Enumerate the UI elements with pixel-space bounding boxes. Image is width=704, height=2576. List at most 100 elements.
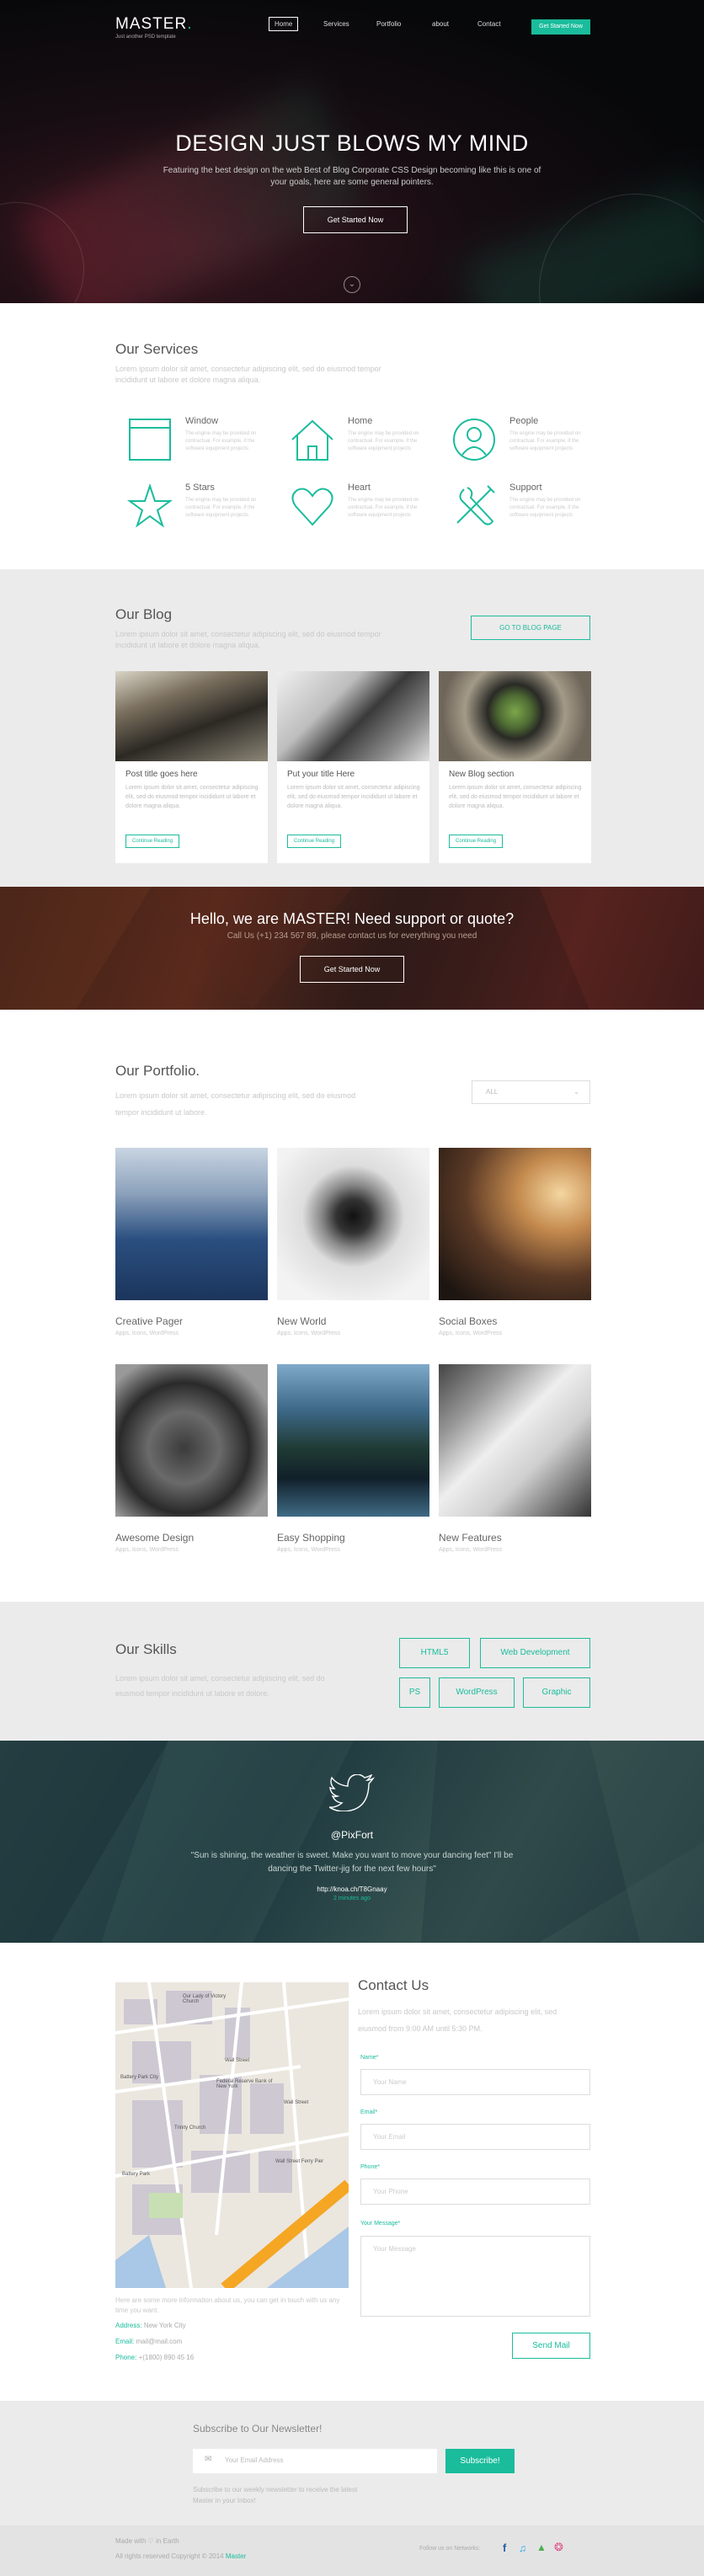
blog-image-stairs[interactable] <box>439 671 591 761</box>
portfolio-item[interactable]: Social Boxes Apps, Icons, WordPress <box>439 1148 591 1336</box>
nav-home[interactable]: Home <box>269 17 299 31</box>
tweet-link[interactable]: http://knoa.ch/T8Gnaay <box>0 1885 704 1893</box>
nav-services[interactable]: Services <box>323 20 349 28</box>
follow-us-label: Follow us on Networks: <box>419 2546 481 2552</box>
nav-portfolio[interactable]: Portfolio <box>376 20 401 28</box>
portfolio-item[interactable]: New Features Apps, Icons, WordPress <box>439 1364 591 1553</box>
portfolio-item-tags: Apps, Icons, WordPress <box>115 1547 179 1553</box>
hero-section: MASTER. Just another PSD template Home S… <box>0 0 704 303</box>
twitter-handle[interactable]: @PixFort <box>0 1829 704 1841</box>
portfolio-item-title: Awesome Design <box>115 1532 195 1544</box>
portfolio-image-camera[interactable] <box>277 1148 429 1300</box>
facebook-icon[interactable]: f <box>503 2541 506 2554</box>
contact-phone[interactable]: Phone: +(1800) 890 45 16 <box>115 2354 194 2361</box>
service-desc: The engine may be provided on contractua… <box>348 498 419 518</box>
skill-tag[interactable]: HTML5 <box>399 1638 470 1668</box>
service-desc: The engine may be provided on contractua… <box>348 431 419 451</box>
email-field[interactable]: Your Email <box>360 2124 590 2150</box>
name-field[interactable]: Your Name <box>360 2069 590 2095</box>
contact-intro: Lorem ipsum dolor sit amet, consectetur … <box>358 2008 557 2033</box>
hero-ring <box>539 194 704 303</box>
phone-label: Phone* <box>360 2164 380 2170</box>
footer-brand-link[interactable]: Master <box>226 2552 246 2560</box>
location-map[interactable]: Our Lady of Victory Church Wall Street F… <box>115 1982 349 2288</box>
dribbble-icon[interactable]: ❂ <box>554 2541 563 2554</box>
skills-title: Our Skills <box>115 1641 177 1657</box>
continue-reading-button[interactable]: Continue Reading <box>449 835 504 848</box>
hero-subtitle: Featuring the best design on the web Bes… <box>163 166 541 187</box>
go-to-blog-button[interactable]: GO TO BLOG PAGE <box>471 616 590 640</box>
twitter-bird-icon[interactable] <box>329 1774 375 1811</box>
contact-address: Address: New York City <box>115 2322 186 2329</box>
services-title: Our Services <box>115 341 199 357</box>
hero-get-started-button[interactable]: Get Started Now <box>303 206 408 233</box>
people-icon <box>453 419 495 461</box>
quote-get-started-button[interactable]: Get Started Now <box>300 956 404 983</box>
send-mail-button[interactable]: Send Mail <box>512 2333 590 2359</box>
service-desc: The engine may be provided on contractua… <box>185 431 257 451</box>
portfolio-item[interactable]: Awesome Design Apps, Icons, WordPress <box>115 1364 268 1553</box>
footer: Made with ♡ in Earth All rights reserved… <box>0 2525 704 2576</box>
map-label: Battery Park <box>122 2172 151 2177</box>
blog-card: Put your title Here Lorem ipsum dolor si… <box>277 671 429 863</box>
map-label: Battery Park City <box>120 2075 159 2080</box>
header-cta-button[interactable]: Get Started Now <box>531 19 590 35</box>
poly-background <box>0 1741 704 1943</box>
service-title: Home <box>348 416 373 426</box>
skills-section: Our Skills Lorem ipsum dolor sit amet, c… <box>0 1602 704 1741</box>
service-heart: Heart The engine may be provided on cont… <box>289 483 440 541</box>
portfolio-item-tags: Apps, Icons, WordPress <box>439 1331 502 1336</box>
subscribe-button[interactable]: Subscribe! <box>445 2449 515 2473</box>
logo[interactable]: MASTER. <box>115 15 192 34</box>
skill-tag[interactable]: WordPress <box>439 1677 515 1708</box>
service-stars: 5 Stars The engine may be provided on co… <box>126 483 278 541</box>
twitter-icon[interactable]: ♫ <box>519 2542 526 2554</box>
portfolio-image-stairs[interactable] <box>115 1148 268 1300</box>
quote-banner: Hello, we are MASTER! Need support or qu… <box>0 887 704 1010</box>
map-label: Our Lady of Victory Church <box>183 1994 227 2004</box>
scroll-down-icon[interactable]: ⌄ <box>344 276 360 293</box>
service-title: 5 Stars <box>185 483 215 493</box>
tweet-time: 2 minutes ago <box>333 1896 371 1901</box>
service-desc: The engine may be provided on contractua… <box>509 498 581 518</box>
portfolio-item[interactable]: New World Apps, Icons, WordPress <box>277 1148 429 1336</box>
map-label: Wall Street Ferry Pier <box>275 2159 324 2164</box>
newsletter-email-field[interactable]: ✉ Your Email Address <box>193 2449 437 2473</box>
map-streets <box>115 1982 349 2288</box>
chevron-down-icon: ⌄ <box>573 1088 579 1096</box>
blog-post-title[interactable]: Post title goes here <box>125 770 198 779</box>
contact-email[interactable]: Email: mail@mail.com <box>115 2338 182 2345</box>
portfolio-image-lake[interactable] <box>277 1364 429 1517</box>
map-label: Federal Reserve Bank of New York <box>216 2079 273 2089</box>
portfolio-image-man[interactable] <box>439 1148 591 1300</box>
portfolio-image-wheel[interactable] <box>115 1364 268 1517</box>
blog-image-rocks[interactable] <box>115 671 268 761</box>
service-people: People The engine may be provided on con… <box>451 416 602 475</box>
blog-image-laptop[interactable] <box>277 671 429 761</box>
blog-title: Our Blog <box>115 606 173 622</box>
nav-about[interactable]: about <box>432 20 449 28</box>
portfolio-item[interactable]: Easy Shopping Apps, Icons, WordPress <box>277 1364 429 1553</box>
drive-icon[interactable]: ▲ <box>536 2541 547 2553</box>
service-window: Window The engine may be provided on con… <box>126 416 278 475</box>
portfolio-item-title: New Features <box>439 1532 502 1544</box>
portfolio-filter-select[interactable]: ALL ⌄ <box>472 1080 590 1104</box>
nav-contact[interactable]: Contact <box>477 20 501 28</box>
blog-post-title[interactable]: New Blog section <box>449 770 514 779</box>
portfolio-item[interactable]: Creative Pager Apps, Icons, WordPress <box>115 1148 268 1336</box>
window-icon <box>129 419 171 461</box>
phone-field[interactable]: Your Phone <box>360 2179 590 2205</box>
message-textarea[interactable]: Your Message <box>360 2236 590 2317</box>
skill-tag[interactable]: PS <box>399 1677 430 1708</box>
portfolio-image-book[interactable] <box>439 1364 591 1517</box>
skill-tag[interactable]: Graphic <box>523 1677 590 1708</box>
map-label: Trinity Church <box>174 2125 206 2131</box>
email-label: Email* <box>360 2109 378 2115</box>
message-label: Your Message* <box>360 2221 401 2227</box>
continue-reading-button[interactable]: Continue Reading <box>125 835 180 848</box>
skill-tag[interactable]: Web Development <box>480 1638 590 1668</box>
service-title: Window <box>185 416 219 426</box>
blog-post-title[interactable]: Put your title Here <box>287 770 355 779</box>
continue-reading-button[interactable]: Continue Reading <box>287 835 342 848</box>
portfolio-intro: Lorem ipsum dolor sit amet, consectetur … <box>115 1091 356 1117</box>
